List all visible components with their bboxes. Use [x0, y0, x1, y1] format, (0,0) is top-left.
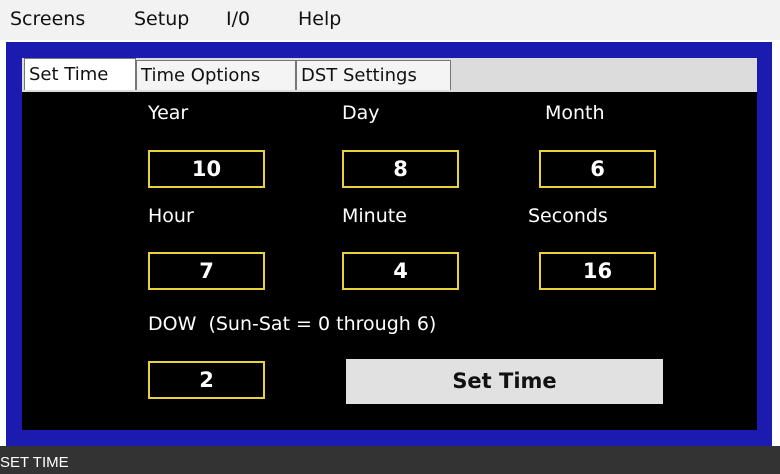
menu-help[interactable]: Help	[298, 8, 341, 30]
status-text: SET TIME	[0, 454, 69, 471]
day-label: Day	[342, 102, 380, 124]
menu-bar: Screens Setup I/0 Help	[0, 0, 780, 40]
status-bar: SET TIME	[0, 446, 780, 474]
dow-field[interactable]: 2	[148, 361, 265, 399]
set-time-panel: Year Day Month 10 8 6 Hour Minute Second…	[22, 92, 757, 430]
minute-field[interactable]: 4	[342, 252, 459, 290]
tab-time-options[interactable]: Time Options	[136, 60, 296, 90]
minute-label: Minute	[342, 205, 407, 227]
month-label: Month	[545, 102, 605, 124]
seconds-label: Seconds	[528, 205, 608, 227]
menu-setup[interactable]: Setup	[134, 8, 189, 30]
set-time-button[interactable]: Set Time	[346, 359, 663, 404]
year-field[interactable]: 10	[148, 150, 265, 188]
seconds-field[interactable]: 16	[539, 252, 656, 290]
tab-dst-settings[interactable]: DST Settings	[296, 60, 451, 90]
dow-label: DOW (Sun-Sat = 0 through 6)	[148, 313, 437, 335]
main-window: Set Time Time Options DST Settings Year …	[6, 42, 772, 446]
hour-field[interactable]: 7	[148, 252, 265, 290]
menu-io[interactable]: I/0	[226, 8, 250, 30]
hour-label: Hour	[148, 205, 194, 227]
year-label: Year	[148, 102, 189, 124]
menu-screens[interactable]: Screens	[10, 8, 85, 30]
month-field[interactable]: 6	[539, 150, 656, 188]
day-field[interactable]: 8	[342, 150, 459, 188]
tab-set-time[interactable]: Set Time	[24, 58, 136, 90]
